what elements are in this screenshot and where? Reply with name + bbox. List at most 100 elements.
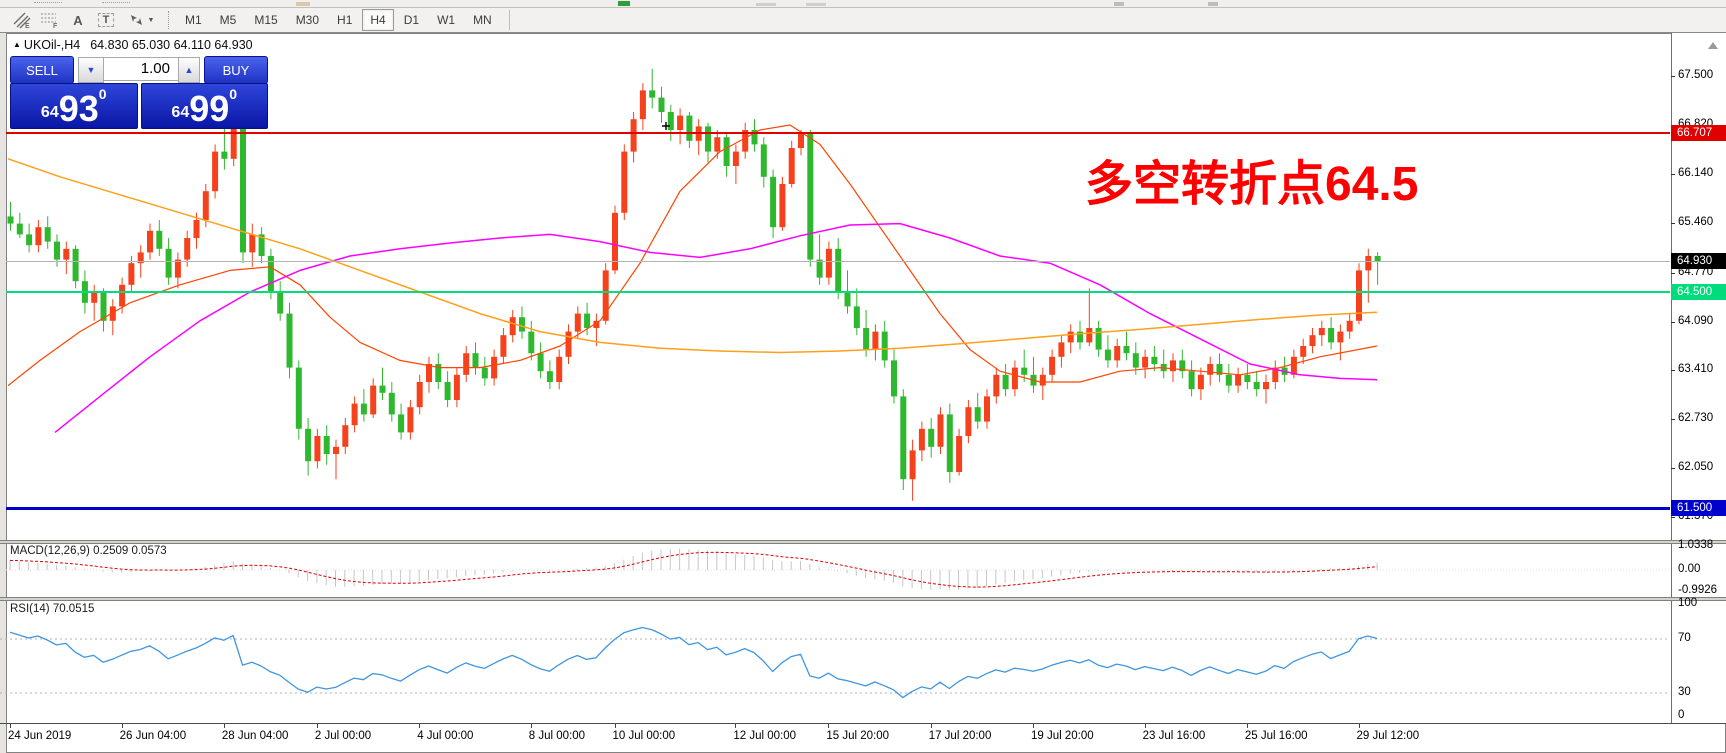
ask-prefix: 64 — [171, 104, 190, 121]
partial-icon — [806, 3, 826, 6]
rsi-canvas[interactable] — [0, 601, 1670, 722]
time-axis-label: 4 Jul 00:00 — [417, 730, 474, 742]
price-axis-tick — [1671, 370, 1675, 372]
time-axis-separator — [0, 723, 1726, 724]
symbol-marker-icon: ▲ — [13, 40, 21, 49]
horizontal-level-line[interactable] — [6, 132, 1670, 135]
timeframe-button-mn[interactable]: MN — [465, 9, 500, 31]
equidistant-channel-icon[interactable]: E — [9, 10, 35, 30]
toolbar-separator — [168, 11, 170, 29]
price-axis-tick — [1671, 76, 1675, 77]
price-level-badge: 61.500 — [1671, 500, 1726, 516]
horizontal-level-line[interactable] — [6, 506, 1670, 510]
volume-input[interactable]: 1.00 — [104, 57, 178, 81]
price-axis-tick — [1671, 222, 1675, 224]
time-axis-tick — [735, 724, 737, 728]
chevron-down-icon: ▼ — [147, 16, 155, 24]
time-axis-label: 23 Jul 16:00 — [1142, 730, 1206, 742]
time-axis-tick — [419, 724, 421, 728]
price-axis-tick — [1671, 517, 1675, 519]
time-axis-tick — [1246, 724, 1248, 728]
volume-dropdown-button[interactable]: ▼ — [78, 57, 104, 83]
price-axis-tick — [1671, 468, 1675, 470]
top-toolbar-sliver — [0, 0, 1726, 8]
time-axis-tick — [1358, 724, 1360, 728]
macd-axis-label: 1.0338 — [1678, 539, 1714, 551]
time-axis-tick — [1033, 724, 1034, 728]
timeframe-button-m30[interactable]: M30 — [288, 9, 327, 31]
bid-sup: 0 — [98, 86, 107, 102]
one-click-trading-panel: SELL ▼ 1.00 ▲ BUY 64 93 0 64 99 0 — [10, 56, 268, 129]
bid-big: 93 — [58, 87, 99, 129]
ask-price-box[interactable]: 64 99 0 — [140, 83, 268, 129]
macd-label: MACD(12,26,9) 0.2509 0.0573 — [10, 545, 167, 557]
arrows-tool-icon[interactable]: ▼ — [121, 10, 161, 30]
macd-axis-label: -0.9926 — [1678, 584, 1718, 596]
bid-price-line — [6, 261, 1670, 263]
mt4-window: E F A T ▼ M1 M5 M15 M30 H1 H4 D1 W1 MN ▲ UKOil-,H… — [0, 0, 1726, 753]
toolbar: E F A T ▼ M1 M5 M15 M30 H1 H4 D1 W1 MN — [0, 8, 1726, 33]
scroll-indicator-icon[interactable] — [1708, 42, 1718, 49]
partial-icon-green — [618, 1, 630, 6]
price-axis-tick — [1671, 321, 1675, 323]
text-label-icon[interactable]: A — [65, 10, 91, 30]
svg-text:E: E — [25, 23, 30, 29]
pane-resize-separator[interactable] — [0, 540, 1726, 544]
price-level-badge: 64.500 — [1671, 284, 1726, 300]
volume-increase-button[interactable]: ▲ — [178, 57, 200, 83]
price-axis-label: 63.410 — [1678, 363, 1714, 376]
timeframe-button-h1[interactable]: H1 — [329, 9, 360, 31]
horizontal-level-line[interactable] — [6, 291, 1670, 293]
bid-prefix: 64 — [40, 104, 59, 121]
time-axis-tick — [614, 724, 616, 728]
timeframe-button-h4[interactable]: H4 — [362, 9, 394, 31]
time-axis-label: 10 Jul 00:00 — [612, 730, 676, 742]
ask-sup: 0 — [229, 86, 238, 102]
bid-price-box[interactable]: 64 93 0 — [10, 83, 138, 129]
symbol-label: UKOil-,H4 — [23, 38, 81, 52]
time-axis-label: 19 Jul 20:00 — [1031, 730, 1094, 742]
chart-title[interactable]: ▲ UKOil-,H4 64.830 65.030 64.110 64.930 — [13, 38, 253, 52]
time-axis-label: 2 Jul 00:00 — [314, 730, 372, 742]
timeframe-button-m1[interactable]: M1 — [177, 9, 210, 31]
timeframe-button-w1[interactable]: W1 — [429, 9, 463, 31]
partial-icon — [1208, 2, 1218, 6]
time-axis-label: 25 Jul 16:00 — [1244, 730, 1308, 742]
time-axis-tick — [530, 724, 532, 728]
current-price-badge: 64.930 — [1671, 253, 1726, 270]
timeframe-button-m5[interactable]: M5 — [212, 9, 245, 31]
time-axis-tick — [223, 724, 225, 728]
partial-icon — [296, 2, 310, 6]
price-axis-label: 66.140 — [1678, 166, 1714, 179]
time-axis-label: 8 Jul 00:00 — [528, 730, 586, 742]
time-axis-tick — [121, 724, 123, 728]
ohlc-values: 64.830 65.030 64.110 64.930 — [90, 38, 253, 52]
price-level-badge: 66.707 — [1671, 125, 1726, 142]
pane-resize-separator[interactable] — [0, 597, 1726, 601]
sell-button[interactable]: SELL — [10, 56, 74, 84]
timeframe-button-d1[interactable]: D1 — [396, 9, 427, 31]
partial-icon — [34, 2, 62, 6]
rsi-axis-label: 70 — [1678, 632, 1691, 644]
trade-controls-row: SELL ▼ 1.00 ▲ BUY — [10, 56, 268, 84]
macd-canvas[interactable] — [0, 544, 1670, 596]
timeframe-group: M1 M5 M15 M30 H1 H4 D1 W1 MN — [176, 9, 501, 31]
time-axis-tick — [828, 724, 830, 728]
fibonacci-retracement-icon[interactable]: F — [37, 10, 63, 30]
trade-prices-row: 64 93 0 64 99 0 — [10, 83, 268, 129]
rsi-label: RSI(14) 70.0515 — [10, 603, 95, 615]
time-axis-label: 29 Jul 12:00 — [1356, 730, 1420, 742]
price-axis-tick — [1671, 419, 1675, 421]
buy-button[interactable]: BUY — [204, 56, 268, 84]
time-axis-label: 24 Jun 2019 — [8, 730, 72, 742]
text-tool-icon[interactable]: T — [93, 10, 119, 30]
partial-icon — [102, 2, 130, 6]
price-axis-label: 64.090 — [1678, 314, 1714, 327]
time-axis-label: 28 Jun 04:00 — [221, 730, 289, 742]
price-axis-tick — [1671, 173, 1675, 175]
timeframe-button-m15[interactable]: M15 — [246, 9, 285, 31]
partial-icon — [1114, 2, 1124, 6]
rsi-axis-label: 100 — [1678, 597, 1698, 609]
price-axis-label: 62.730 — [1678, 412, 1714, 425]
price-axis-tick — [1671, 272, 1675, 274]
